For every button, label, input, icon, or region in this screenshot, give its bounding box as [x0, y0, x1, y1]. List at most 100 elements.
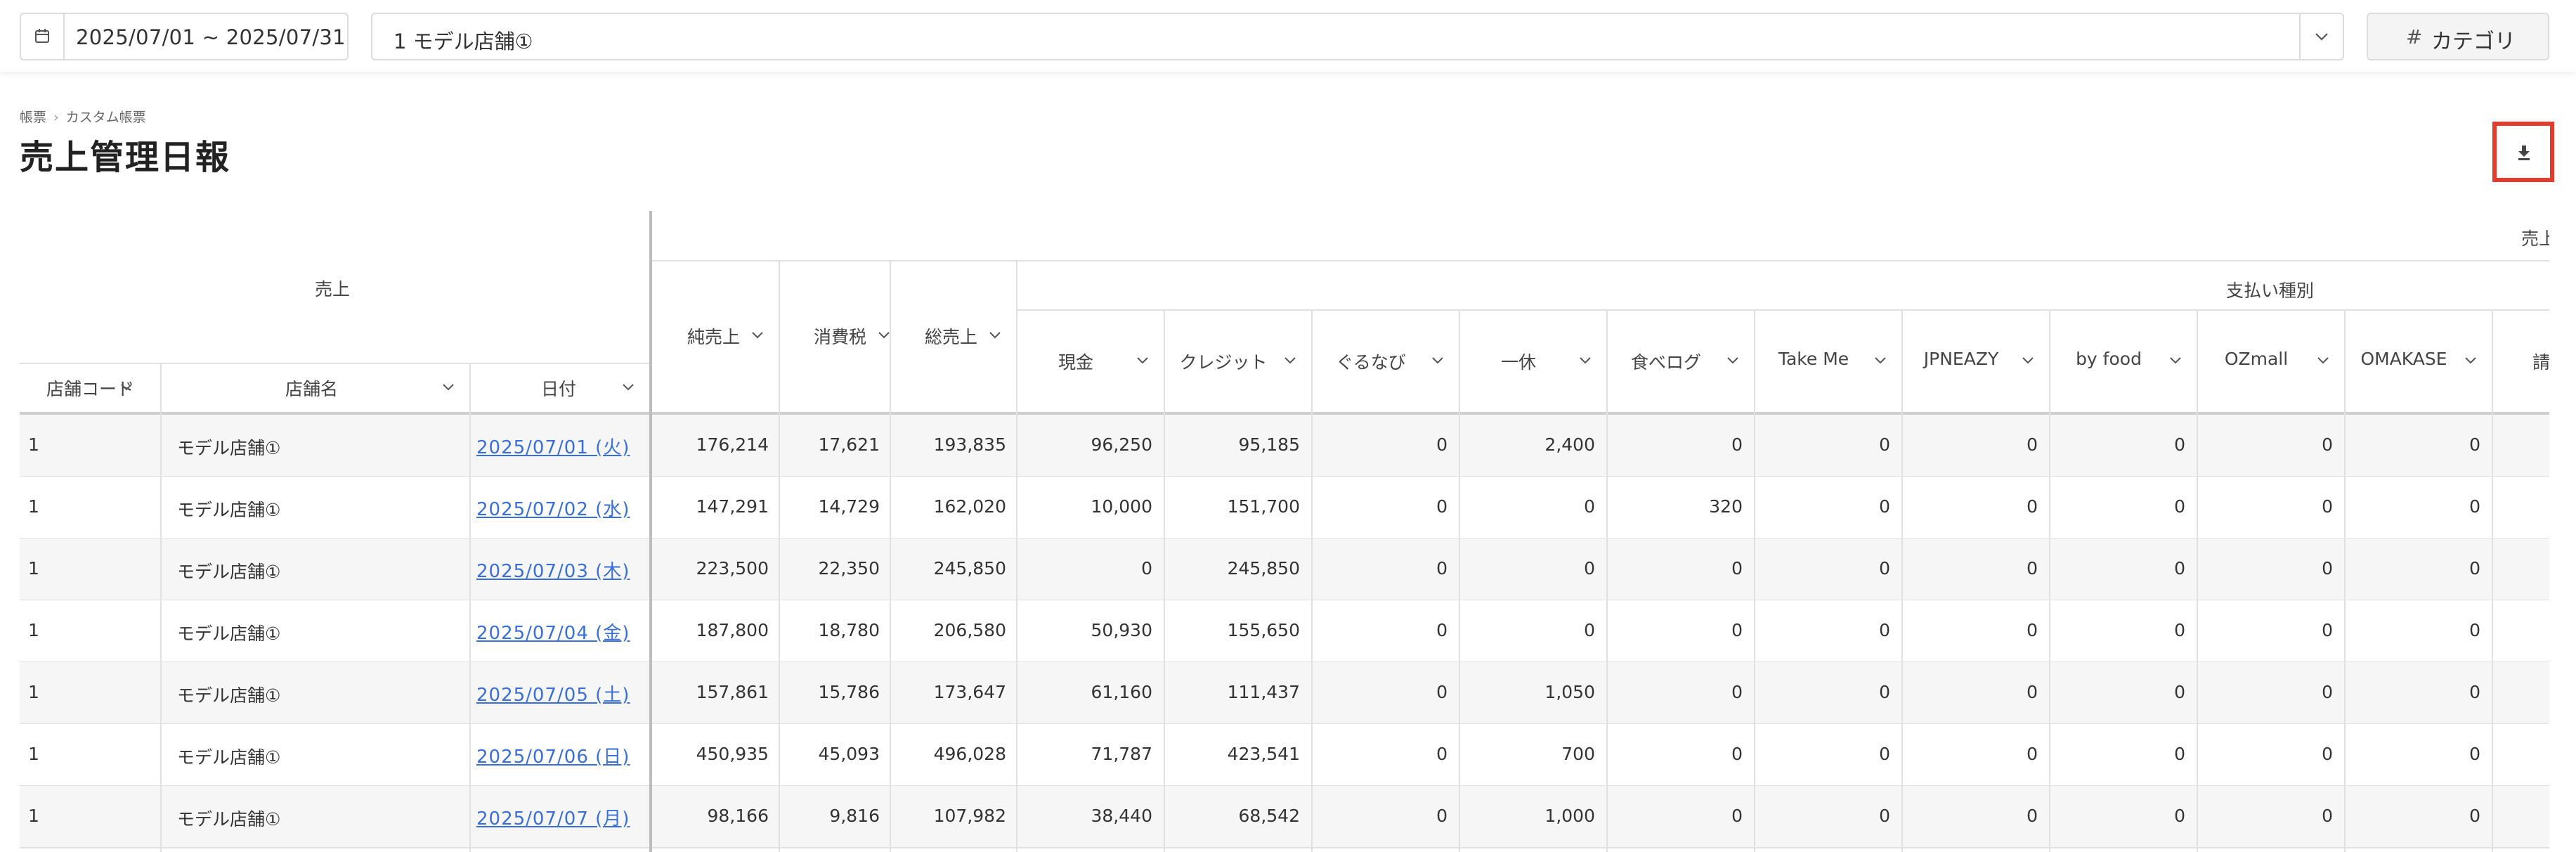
sort-chevron-icon[interactable] — [750, 330, 765, 340]
sort-chevron-icon[interactable] — [1726, 356, 1740, 366]
sort-chevron-icon[interactable] — [441, 382, 455, 392]
date-link[interactable]: 2025/07/02 (水) — [476, 495, 630, 521]
sales-value-cell: 15,786 — [818, 682, 880, 702]
payment-value-cell: 0 — [2469, 496, 2480, 517]
sales-value-cell: 193,835 — [933, 434, 1006, 455]
sort-chevron-icon[interactable] — [621, 382, 635, 392]
payment-value-cell: 68,542 — [1238, 806, 1300, 826]
chevron-down-icon — [2315, 33, 2328, 41]
sort-chevron-icon[interactable] — [1283, 356, 1297, 366]
sort-chevron-icon[interactable] — [877, 330, 891, 340]
column-header-payment-2[interactable]: ぐるなび — [1311, 349, 1431, 374]
payment-value-cell: 0 — [2469, 682, 2480, 702]
payment-value-cell: 0 — [2322, 496, 2333, 517]
payment-value-cell: 151,700 — [1227, 496, 1300, 517]
date-range-value: 2025/07/01 ~ 2025/07/31 — [76, 25, 346, 49]
sort-chevron-icon[interactable] — [1431, 356, 1445, 366]
sort-chevron-icon[interactable] — [2168, 356, 2183, 366]
column-header-2[interactable]: 日付 — [541, 375, 576, 401]
payment-value-cell: 0 — [2322, 558, 2333, 579]
column-header-payment-9[interactable]: OMAKASE — [2344, 349, 2464, 369]
sales-value-cell: 450,935 — [696, 744, 769, 764]
calendar-button[interactable] — [21, 14, 65, 59]
column-header-payment-3[interactable]: 一休 — [1459, 349, 1578, 374]
payment-value-cell: 0 — [2469, 434, 2480, 455]
date-link[interactable]: 2025/07/04 (金) — [476, 619, 630, 645]
store-select[interactable]: 1 モデル店舗① — [371, 13, 2344, 60]
date-link[interactable]: 2025/07/06 (日) — [476, 742, 630, 768]
payment-value-cell: 0 — [1731, 620, 1743, 640]
payment-value-cell: 71,787 — [1091, 744, 1152, 764]
payment-value-cell: 0 — [2174, 558, 2185, 579]
column-header-payment-5[interactable]: Take Me — [1754, 349, 1873, 369]
column-header-1[interactable]: 店舗名 — [285, 375, 338, 401]
column-header-sales-0[interactable]: 純売上 — [687, 323, 740, 349]
payment-value-cell: 0 — [2174, 434, 2185, 455]
column-header-sales-1[interactable]: 消費税 — [814, 323, 866, 349]
breadcrumb-root[interactable]: 帳票 — [20, 110, 46, 125]
payment-value-cell: 0 — [1584, 558, 1595, 579]
payment-value-cell: 0 — [2027, 682, 2038, 702]
store-code-cell: 1 — [28, 496, 39, 517]
sort-chevron-icon[interactable] — [1136, 356, 1150, 366]
date-link[interactable]: 2025/07/03 (木) — [476, 557, 630, 583]
column-header-payment-4[interactable]: 食べログ — [1606, 349, 1726, 374]
sort-chevron-icon[interactable] — [2021, 356, 2035, 366]
column-header-payment-10[interactable]: 請 — [2532, 349, 2549, 374]
date-range-picker[interactable]: 2025/07/01 ~ 2025/07/31 — [20, 13, 349, 60]
sales-value-cell: 9,816 — [829, 806, 880, 826]
column-header-payment-8[interactable]: OZmall — [2197, 349, 2316, 369]
store-code-cell: 1 — [28, 620, 39, 640]
payment-value-cell: 61,160 — [1091, 682, 1152, 702]
payment-value-cell: 0 — [1731, 682, 1743, 702]
sales-value-cell: 147,291 — [696, 496, 769, 517]
column-header-payment-6[interactable]: JPNEAZY — [1901, 349, 2021, 369]
payment-value-cell: 0 — [2027, 496, 2038, 517]
column-divider — [1754, 309, 1755, 852]
download-icon — [2518, 146, 2530, 160]
payment-value-cell: 0 — [1141, 558, 1152, 579]
sort-chevron-icon[interactable] — [2316, 356, 2330, 366]
payment-value-cell: 245,850 — [1227, 558, 1300, 579]
sort-chevron-icon[interactable] — [119, 382, 134, 392]
sales-value-cell: 18,780 — [818, 620, 880, 640]
download-button[interactable] — [2492, 122, 2554, 182]
date-link[interactable]: 2025/07/05 (土) — [476, 680, 630, 706]
store-name-cell: モデル店舗① — [177, 685, 281, 706]
payment-value-cell: 0 — [1879, 620, 1890, 640]
payment-value-cell: 0 — [2027, 806, 2038, 826]
store-name-cell: モデル店舗① — [177, 500, 281, 520]
payment-value-cell: 0 — [1584, 496, 1595, 517]
payment-value-cell: 0 — [2469, 806, 2480, 826]
sales-value-cell: 107,982 — [933, 806, 1006, 826]
payment-value-cell: 0 — [2027, 744, 2038, 764]
payment-value-cell: 38,440 — [1091, 806, 1152, 826]
payment-value-cell: 0 — [2027, 620, 2038, 640]
group-header-sales: 売上 — [315, 279, 351, 299]
store-name-cell: モデル店舗① — [177, 438, 281, 458]
payment-value-cell: 0 — [1879, 558, 1890, 579]
sort-chevron-icon[interactable] — [988, 330, 1002, 340]
category-button[interactable]: # カテゴリ — [2367, 13, 2549, 60]
column-header-payment-0[interactable]: 現金 — [1016, 349, 1136, 374]
payment-value-cell: 0 — [2322, 806, 2333, 826]
column-header-sales-2[interactable]: 総売上 — [925, 323, 977, 349]
group-header-payment-types: 支払い種別 — [2226, 280, 2315, 301]
sort-chevron-icon[interactable] — [1578, 356, 1592, 366]
sort-chevron-icon[interactable] — [1873, 356, 1887, 366]
column-divider — [1901, 309, 1903, 852]
store-code-cell: 1 — [28, 806, 39, 826]
sales-value-cell: 245,850 — [933, 558, 1006, 579]
column-divider — [2197, 309, 2198, 852]
payment-value-cell: 0 — [1436, 558, 1448, 579]
date-link[interactable]: 2025/07/01 (火) — [476, 433, 630, 459]
date-link[interactable]: 2025/07/07 (月) — [476, 804, 630, 830]
payment-value-cell: 0 — [1731, 434, 1743, 455]
column-header-payment-7[interactable]: by food — [2049, 349, 2168, 369]
column-header-payment-1[interactable]: クレジット — [1164, 349, 1283, 374]
breadcrumb-current[interactable]: カスタム帳票 — [66, 110, 146, 125]
payment-value-cell: 700 — [1561, 744, 1595, 764]
sort-chevron-icon[interactable] — [2464, 356, 2478, 366]
payment-value-cell: 0 — [1879, 744, 1890, 764]
store-dropdown-toggle[interactable] — [2299, 14, 2343, 59]
